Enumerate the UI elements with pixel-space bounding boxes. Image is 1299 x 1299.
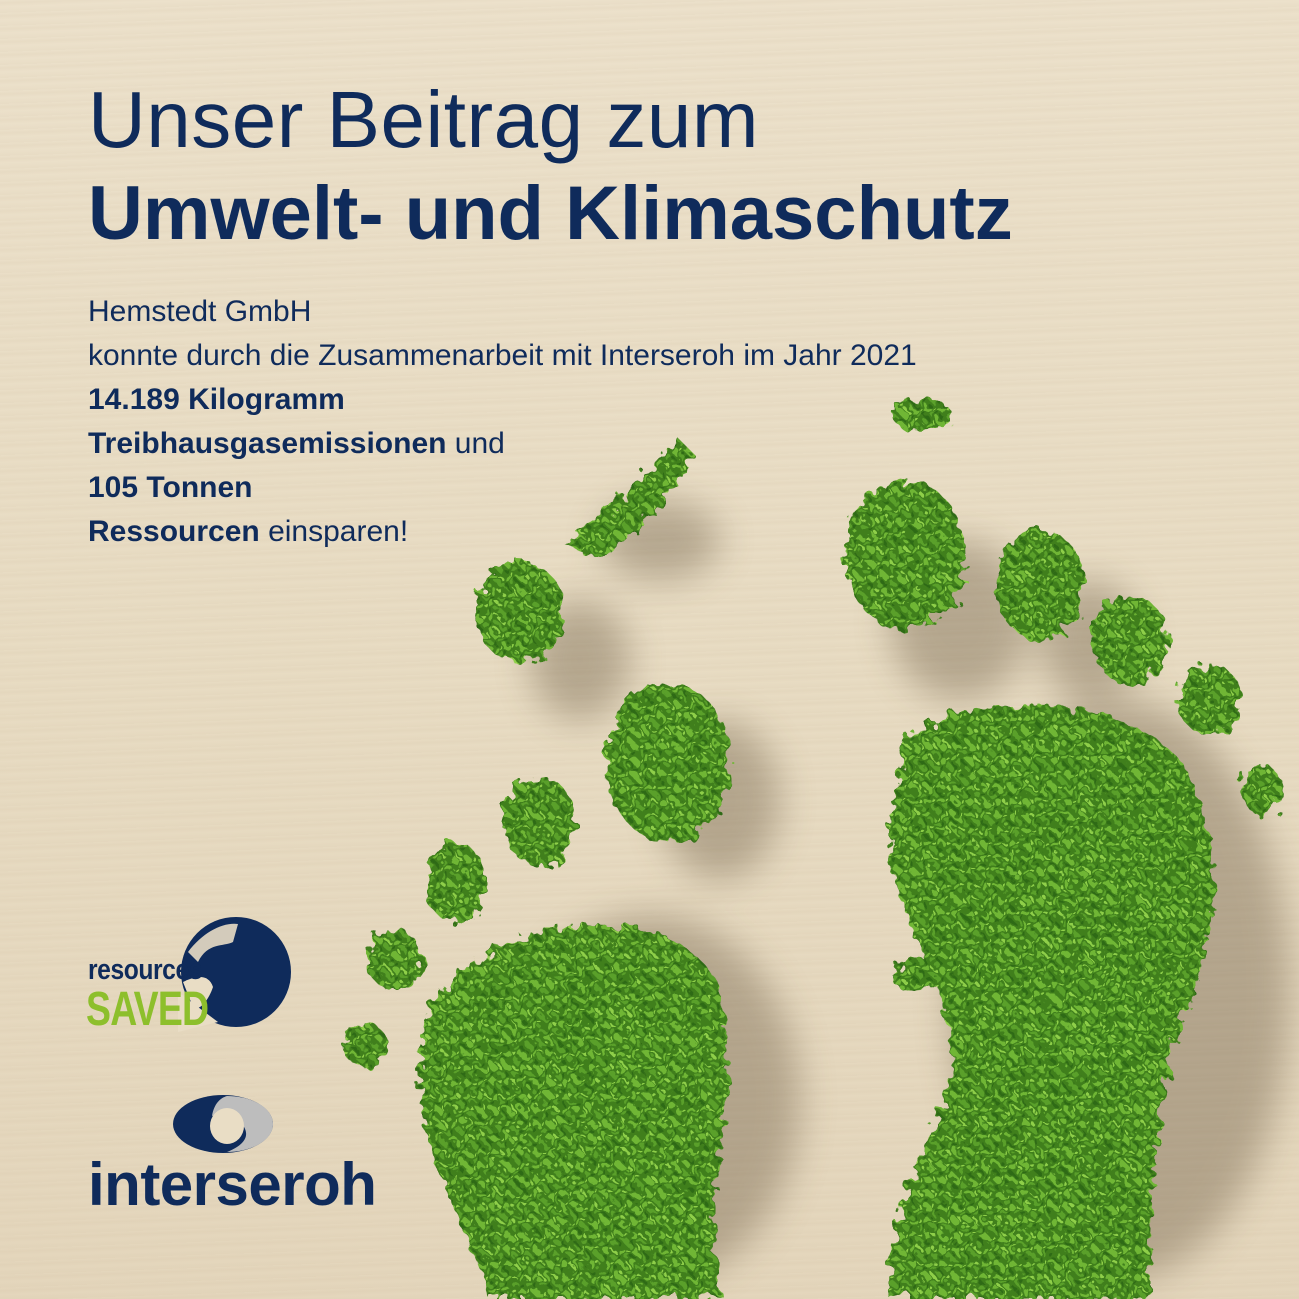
company-name: Hemstedt GmbH	[88, 295, 312, 328]
body-text: Hemstedt GmbH konnte durch die Zusammena…	[88, 290, 917, 554]
headline-line1: Unser Beitrag zum	[88, 75, 759, 164]
saved-word: SAVED	[86, 983, 209, 1036]
resources-saved-logo: resources SAVED	[86, 912, 306, 1037]
resource-label: Ressourcen	[88, 515, 260, 548]
connector-text: und	[446, 427, 505, 460]
headline-line2: Umwelt- und Klimaschutz	[88, 171, 1013, 256]
ghg-label: Treibhausgasemissionen	[88, 427, 447, 460]
ghg-amount: 14.189 Kilogramm	[88, 383, 345, 416]
interseroh-word: interseroh	[88, 1151, 377, 1218]
interseroh-mark-icon	[173, 1095, 273, 1153]
intro-text: konnte durch die Zusammenarbeit mit Inte…	[88, 339, 917, 372]
resource-amount: 105 Tonnen	[88, 471, 253, 504]
closing-text: einsparen!	[259, 515, 409, 548]
